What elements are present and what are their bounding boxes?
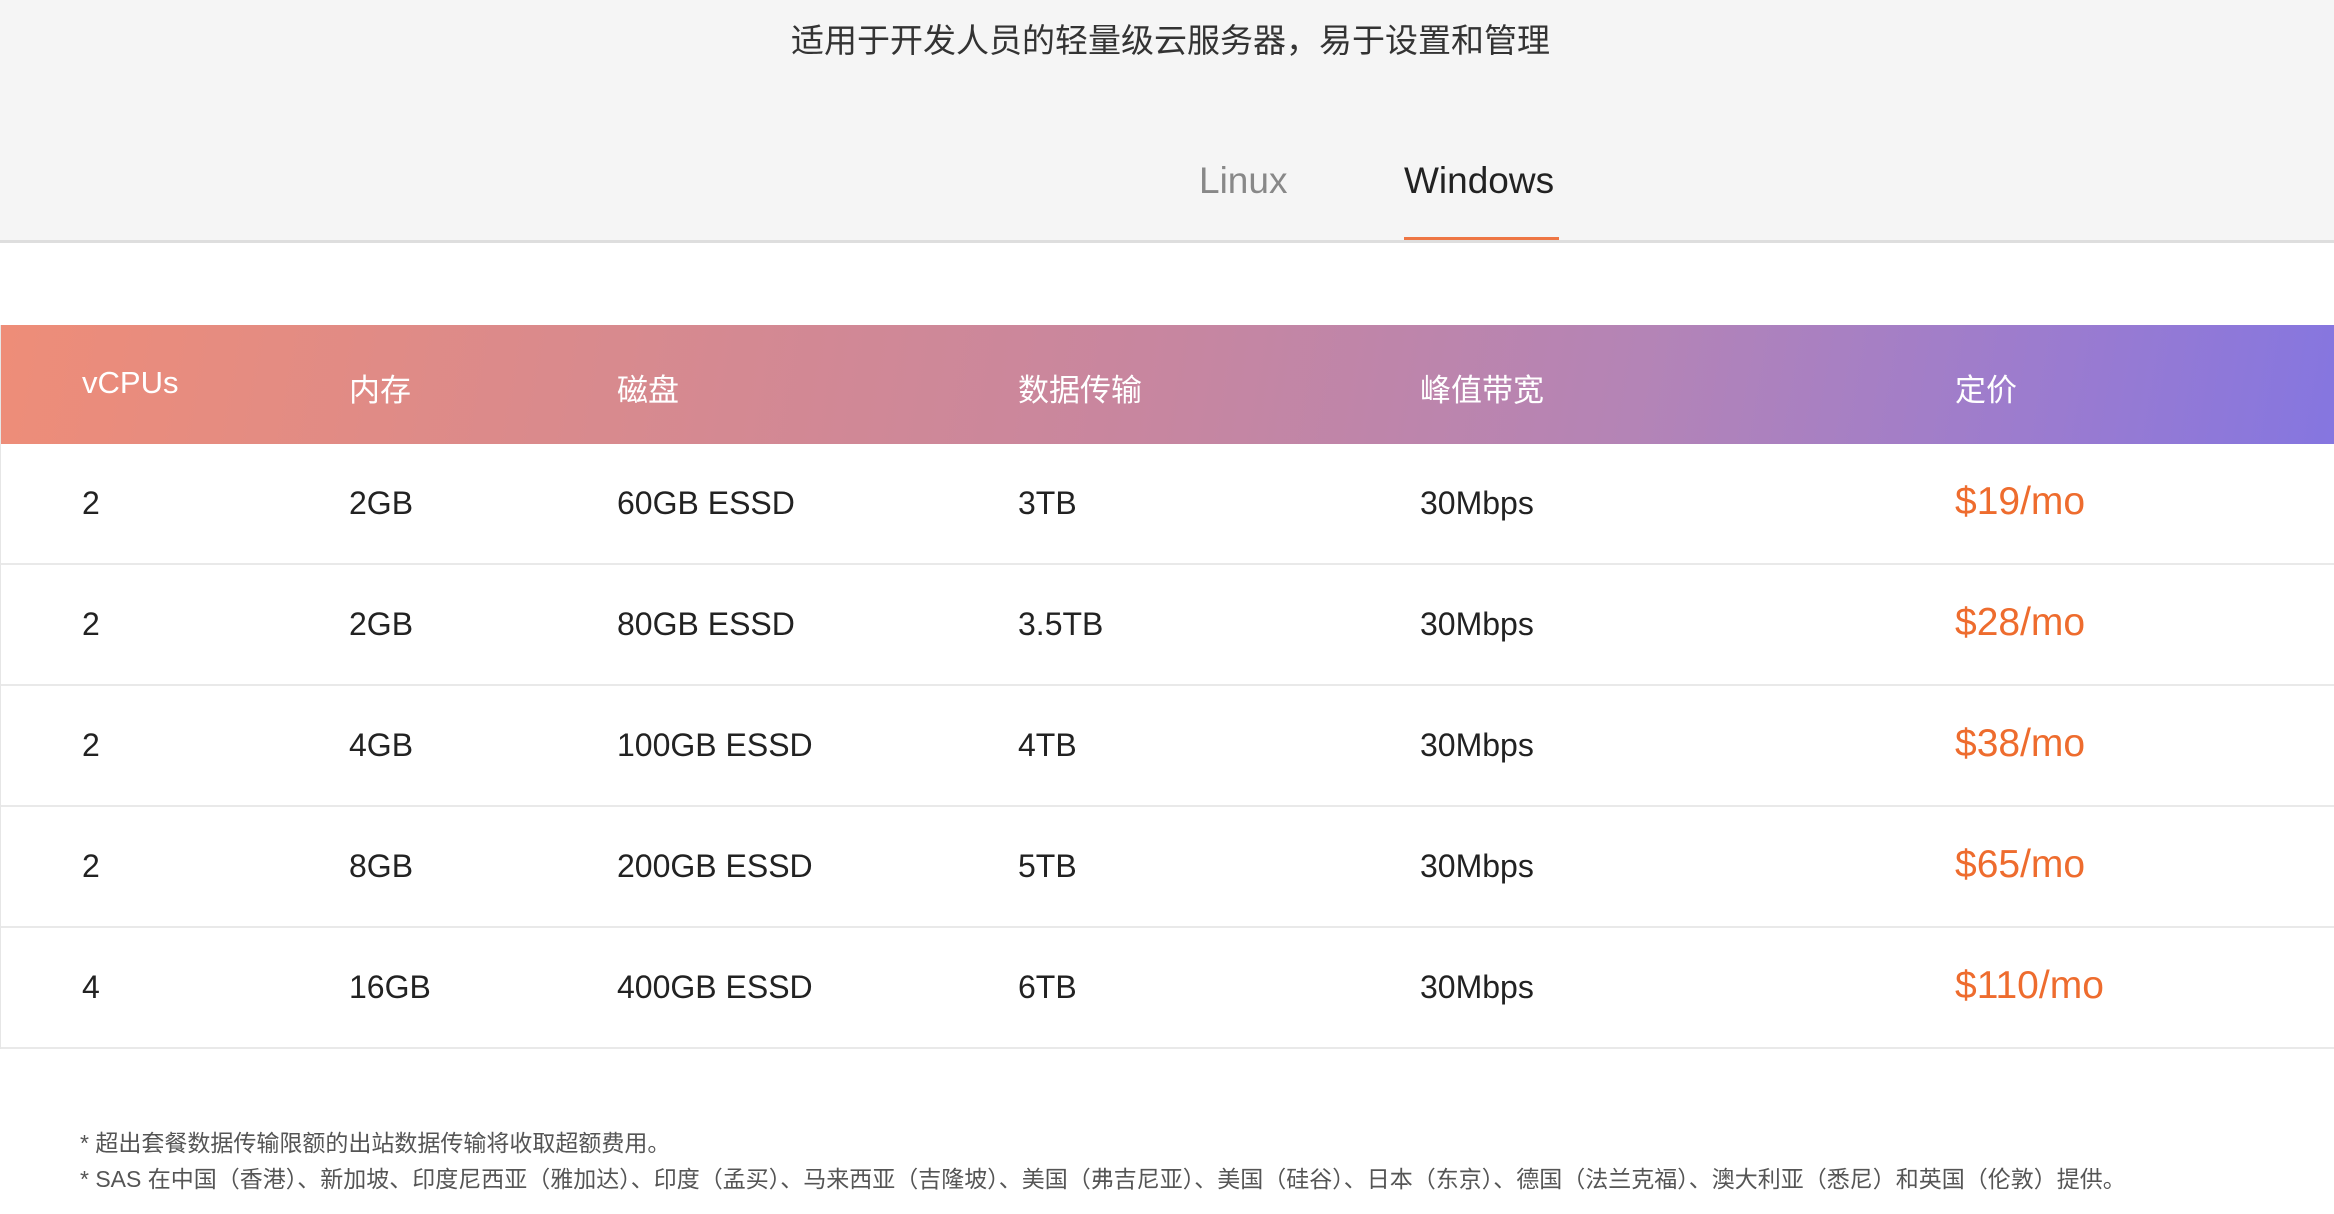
cell-transfer: 4TB: [1018, 727, 1077, 763]
cell-memory: 16GB: [349, 969, 431, 1005]
cell-memory: 2GB: [349, 485, 414, 521]
tab-linux[interactable]: Linux: [1199, 160, 1287, 202]
cell-vcpus: 2: [82, 485, 100, 521]
table-row: 4 16GB 400GB ESSD 6TB 30Mbps $110/mo: [1, 928, 2334, 1049]
table-row: 2 8GB 200GB ESSD 5TB 30Mbps $65/mo: [1, 807, 2334, 928]
cell-memory: 2GB: [349, 606, 414, 642]
top-area: 适用于开发人员的轻量级云服务器，易于设置和管理 Linux Windows: [0, 0, 2334, 243]
column-header-bandwidth: 峰值带宽: [1420, 373, 1544, 408]
cell-disk: 200GB ESSD: [617, 848, 813, 884]
cell-price: $38/mo: [1955, 722, 2086, 765]
cell-disk: 400GB ESSD: [617, 969, 813, 1005]
cell-disk: 60GB ESSD: [617, 485, 795, 521]
column-header-vcpus: vCPUs: [82, 365, 179, 400]
cell-bandwidth: 30Mbps: [1420, 969, 1534, 1005]
cell-memory: 4GB: [349, 727, 414, 763]
footnote-regions: * SAS 在中国（香港）、新加坡、印度尼西亚（雅加达）、印度（孟买）、马来西亚…: [80, 1166, 2126, 1192]
footnotes: * 超出套餐数据传输限额的出站数据传输将收取超额费用。 * SAS 在中国（香港…: [80, 1125, 2320, 1197]
page-subtitle: 适用于开发人员的轻量级云服务器，易于设置和管理: [791, 22, 1550, 59]
column-header-memory: 内存: [349, 373, 411, 408]
table-row: 2 4GB 100GB ESSD 4TB 30Mbps $38/mo: [1, 686, 2334, 807]
cell-price: $28/mo: [1955, 601, 2086, 644]
pricing-table: vCPUs 内存 磁盘 数据传输 峰值带宽 定价 2 2GB 60GB ESSD…: [0, 325, 2334, 1049]
column-header-price: 定价: [1955, 373, 2017, 408]
os-tabs: Linux Windows: [0, 150, 2334, 242]
table-row: 2 2GB 80GB ESSD 3.5TB 30Mbps $28/mo: [1, 565, 2334, 686]
column-header-disk: 磁盘: [617, 373, 679, 408]
tab-windows[interactable]: Windows: [1404, 160, 1554, 202]
cell-disk: 80GB ESSD: [617, 606, 795, 642]
cell-disk: 100GB ESSD: [617, 727, 813, 763]
cell-transfer: 6TB: [1018, 969, 1077, 1005]
cell-price: $110/mo: [1955, 964, 2104, 1007]
tabs-divider: [0, 240, 2334, 243]
cell-transfer: 3TB: [1018, 485, 1077, 521]
table-header: vCPUs 内存 磁盘 数据传输 峰值带宽 定价: [1, 325, 2334, 444]
footnote-overage: * 超出套餐数据传输限额的出站数据传输将收取超额费用。: [80, 1130, 671, 1156]
cell-price: $19/mo: [1955, 480, 2086, 523]
column-header-transfer: 数据传输: [1018, 373, 1142, 408]
cell-vcpus: 2: [82, 606, 100, 642]
cell-bandwidth: 30Mbps: [1420, 606, 1534, 642]
cell-bandwidth: 30Mbps: [1420, 485, 1534, 521]
cell-transfer: 5TB: [1018, 848, 1077, 884]
cell-transfer: 3.5TB: [1018, 606, 1104, 642]
cell-vcpus: 2: [82, 848, 100, 884]
cell-memory: 8GB: [349, 848, 414, 884]
cell-vcpus: 2: [82, 727, 100, 763]
cell-vcpus: 4: [82, 969, 100, 1005]
cell-bandwidth: 30Mbps: [1420, 848, 1534, 884]
cell-bandwidth: 30Mbps: [1420, 727, 1534, 763]
table-row: 2 2GB 60GB ESSD 3TB 30Mbps $19/mo: [1, 444, 2334, 565]
cell-price: $65/mo: [1955, 843, 2086, 886]
